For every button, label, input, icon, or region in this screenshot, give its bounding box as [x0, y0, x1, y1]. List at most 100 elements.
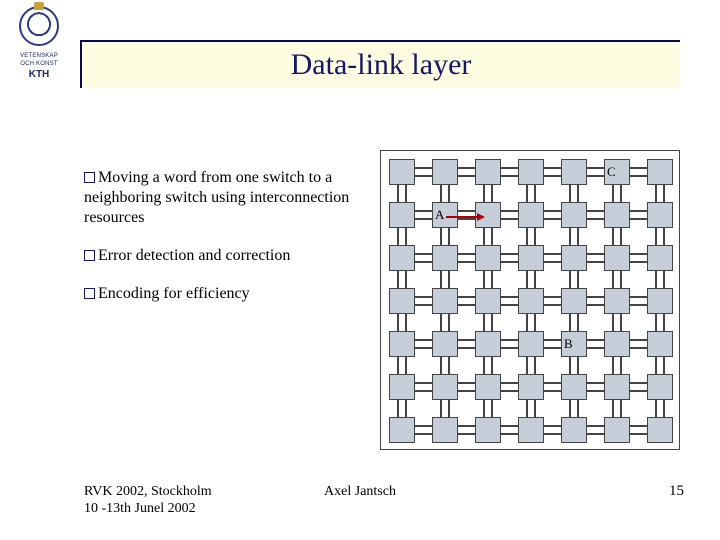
mesh-switch-node — [518, 417, 544, 443]
mesh-hlink — [630, 304, 647, 306]
mesh-vlink — [483, 314, 485, 331]
mesh-hlink — [587, 339, 604, 341]
mesh-vlink — [620, 185, 622, 202]
mesh-switch-node — [561, 374, 587, 400]
mesh-switch-node — [389, 288, 415, 314]
mesh-vlink — [569, 314, 571, 331]
bullet-text: Moving a word from one switch to a neigh… — [84, 169, 349, 226]
mesh-vlink — [491, 357, 493, 374]
mesh-vlink — [620, 314, 622, 331]
mesh-switch-node — [647, 417, 673, 443]
mesh-switch-node — [518, 331, 544, 357]
mesh-vlink — [440, 314, 442, 331]
mesh-hlink — [415, 304, 432, 306]
mesh-switch-node — [389, 417, 415, 443]
mesh-hlink — [501, 433, 518, 435]
mesh-vlink — [526, 271, 528, 288]
mesh-hlink — [587, 433, 604, 435]
mesh-switch-node — [647, 331, 673, 357]
mesh-hlink — [501, 261, 518, 263]
mesh-vlink — [569, 228, 571, 245]
mesh-node-label-b: B — [564, 336, 573, 352]
mesh-hlink — [458, 339, 475, 341]
mesh-switch-node — [561, 288, 587, 314]
mesh-vlink — [440, 357, 442, 374]
mesh-hlink — [544, 175, 561, 177]
mesh-vlink — [534, 357, 536, 374]
mesh-hlink — [630, 261, 647, 263]
mesh-hlink — [544, 347, 561, 349]
mesh-grid-inner: ABC — [389, 159, 671, 441]
mesh-hlink — [415, 218, 432, 220]
mesh-hlink — [501, 218, 518, 220]
mesh-vlink — [612, 357, 614, 374]
mesh-hlink — [458, 433, 475, 435]
mesh-switch-node — [518, 159, 544, 185]
mesh-vlink — [397, 357, 399, 374]
footer-author: Axel Jantsch — [324, 484, 396, 500]
mesh-hlink — [458, 425, 475, 427]
page-title: Data-link layer — [291, 48, 472, 82]
mesh-switch-node — [518, 288, 544, 314]
mesh-switch-node — [518, 245, 544, 271]
footer-venue-line2: 10 -13th Junel 2002 — [84, 501, 212, 518]
mesh-switch-node — [518, 202, 544, 228]
mesh-switch-node — [475, 245, 501, 271]
mesh-vlink — [491, 271, 493, 288]
mesh-vlink — [440, 228, 442, 245]
title-bar: Data-link layer — [80, 40, 680, 88]
bullet-text: Error detection and correction — [98, 247, 290, 264]
mesh-hlink — [458, 167, 475, 169]
mesh-switch-node — [518, 374, 544, 400]
mesh-hlink — [458, 390, 475, 392]
mesh-vlink — [577, 314, 579, 331]
mesh-hlink — [458, 253, 475, 255]
mesh-vlink — [620, 228, 622, 245]
mesh-switch-node — [604, 288, 630, 314]
mesh-vlink — [440, 271, 442, 288]
mesh-switch-node — [647, 374, 673, 400]
mesh-vlink — [483, 357, 485, 374]
logo-text-1: VETENSKAP — [8, 53, 70, 59]
mesh-hlink — [630, 390, 647, 392]
mesh-node-label-a: A — [435, 207, 444, 223]
mesh-switch-node — [561, 417, 587, 443]
mesh-hlink — [501, 175, 518, 177]
mesh-hlink — [415, 433, 432, 435]
mesh-switch-node — [432, 417, 458, 443]
mesh-vlink — [405, 228, 407, 245]
mesh-vlink — [440, 400, 442, 417]
mesh-switch-node — [647, 159, 673, 185]
mesh-hlink — [630, 347, 647, 349]
mesh-vlink — [483, 400, 485, 417]
mesh-vlink — [448, 228, 450, 245]
bullet-item: Error detection and correction — [84, 246, 364, 266]
mesh-vlink — [534, 228, 536, 245]
footer-venue: RVK 2002, Stockholm 10 -13th Junel 2002 — [84, 484, 212, 518]
mesh-hlink — [630, 175, 647, 177]
mesh-switch-node — [432, 374, 458, 400]
mesh-vlink — [534, 400, 536, 417]
kth-logo: VETENSKAP OCH KONST KTH — [8, 6, 70, 80]
mesh-vlink — [577, 228, 579, 245]
mesh-hlink — [501, 339, 518, 341]
mesh-hlink — [544, 253, 561, 255]
mesh-hlink — [587, 425, 604, 427]
mesh-vlink — [620, 357, 622, 374]
mesh-switch-node — [604, 374, 630, 400]
mesh-vlink — [612, 400, 614, 417]
mesh-hlink — [458, 296, 475, 298]
mesh-vlink — [612, 185, 614, 202]
mesh-hlink — [587, 296, 604, 298]
mesh-vlink — [526, 228, 528, 245]
mesh-vlink — [569, 271, 571, 288]
mesh-hlink — [544, 339, 561, 341]
mesh-switch-node — [475, 288, 501, 314]
mesh-vlink — [577, 357, 579, 374]
mesh-vlink — [448, 271, 450, 288]
mesh-vlink — [405, 314, 407, 331]
mesh-vlink — [534, 185, 536, 202]
mesh-switch-node — [389, 159, 415, 185]
mesh-hlink — [630, 218, 647, 220]
mesh-vlink — [663, 228, 665, 245]
